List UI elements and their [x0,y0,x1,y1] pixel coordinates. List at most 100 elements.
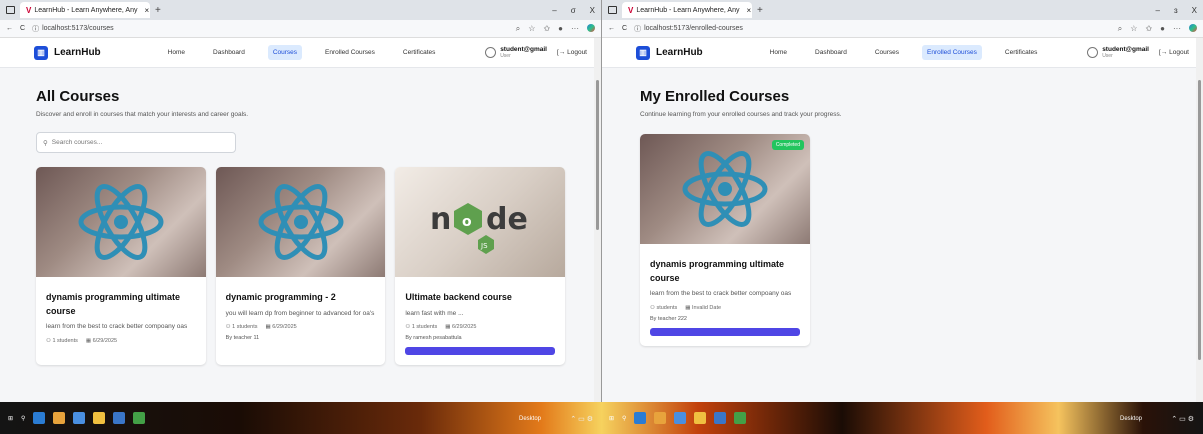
course-title: Ultimate backend course [405,292,512,302]
browser-tab[interactable]: V LearnHub - Learn Anywhere, Any × [622,2,752,18]
course-title: dynamic programming - 2 [225,292,336,302]
start-icon[interactable]: ⊞ [609,415,614,422]
mail-taskbar-icon[interactable] [73,412,86,424]
nav-certificates[interactable]: Certificates [398,45,441,60]
nav-enrolled-courses[interactable]: Enrolled Courses [922,45,982,60]
desktop-label[interactable]: Desktop [519,416,541,422]
taskbar-left: ⊞ ⚲ Desktop ⌃ ▭ ⚙ [0,402,601,434]
user-role: User [500,53,511,59]
copilot-icon[interactable] [587,23,595,32]
course-description: learn from the best to crack better comp… [46,323,188,330]
browser-tab[interactable]: V LearnHub - Learn Anywhere, Any × [20,2,150,18]
mail-taskbar-icon[interactable] [674,412,687,424]
search-taskbar-icon[interactable]: ⚲ [21,415,25,422]
nav-dashboard[interactable]: Dashboard [208,45,250,60]
course-thumbnail [36,167,206,277]
vscode-taskbar-icon[interactable] [113,412,126,424]
favorites-icon[interactable]: ✩ [543,24,550,34]
user-menu[interactable]: student@gmail User [485,46,547,59]
user-menu[interactable]: student@gmail User [1087,46,1149,59]
favorite-star-icon[interactable]: ☆ [1130,24,1137,34]
refresh-icon[interactable]: C [20,25,25,32]
more-icon[interactable]: ··· [1173,24,1181,34]
new-tab-button[interactable]: + [757,5,763,16]
minimize-button[interactable]: – [552,6,556,15]
course-card[interactable]: dynamic programming - 2 you will learn d… [215,167,386,366]
nav-courses[interactable]: Courses [870,45,904,60]
favorites-icon[interactable]: ✩ [1145,24,1152,34]
nav-enrolled-courses[interactable]: Enrolled Courses [320,45,380,60]
site-info-icon[interactable]: ⓘ [32,24,39,34]
logo[interactable]: ▥ LearnHub [636,45,703,60]
edge-taskbar-icon[interactable] [634,412,647,424]
minimize-button[interactable]: – [1156,6,1160,15]
students-text: 1 students [232,324,258,331]
copilot-icon[interactable] [1189,23,1197,32]
calendar-icon: ▦ [445,324,452,331]
explorer-taskbar-icon[interactable] [93,412,106,424]
date-text: 6/29/2025 [451,324,477,331]
close-window-button[interactable]: X [590,6,595,15]
vscode-taskbar-icon[interactable] [714,412,727,424]
system-tray[interactable]: ⌃ ▭ ⚙ [570,415,593,423]
tab-close-icon[interactable]: × [746,6,751,15]
enrolled-course-card[interactable]: Completed dynamis programming ultimate c… [640,134,810,346]
students-count: ⚇ 1 students [405,324,437,330]
course-card[interactable]: n o de JS Ultimate backend course learn … [395,167,566,366]
restore-button[interactable]: ɜ [1174,6,1178,15]
explorer-taskbar-icon[interactable] [694,412,707,424]
tab-close-icon[interactable]: × [144,6,149,15]
page-scrollbar[interactable] [594,38,601,402]
search-input[interactable]: ⚲ Search courses... [36,132,236,153]
nav-courses[interactable]: Courses [267,45,303,60]
nav-home[interactable]: Home [163,45,190,60]
restore-button[interactable]: σ [571,6,576,15]
chrome-taskbar-icon[interactable] [734,412,747,424]
system-tray[interactable]: ⌃ ▭ ⚙ [1171,415,1194,423]
close-window-button[interactable]: X [1192,6,1197,15]
favorite-star-icon[interactable]: ☆ [528,24,535,34]
desktop-label[interactable]: Desktop [1120,416,1142,422]
back-icon[interactable]: ← [608,25,615,32]
logout-button[interactable]: [→ Logout [1159,49,1189,56]
site-info-icon[interactable]: ⓘ [634,24,641,34]
back-icon[interactable]: ← [6,25,13,32]
zoom-icon[interactable]: ⌕ [516,24,520,34]
search-taskbar-icon[interactable]: ⚲ [622,415,626,422]
edge-taskbar-icon[interactable] [33,412,46,424]
start-icon[interactable]: ⊞ [8,415,13,422]
logo[interactable]: ▥ LearnHub [34,45,101,60]
scrollbar-thumb[interactable] [596,80,599,230]
tab-bar: V LearnHub - Learn Anywhere, Any × + – σ… [0,0,601,20]
course-description: learn from the best to crack better comp… [650,290,792,297]
course-description: you will learn dp from beginner to advan… [225,309,375,317]
course-description: learn fast with me ... [405,309,464,317]
page-scrollbar[interactable] [1196,38,1203,402]
window-menu-icon[interactable] [608,6,617,14]
app-taskbar-icon[interactable] [53,412,66,424]
zoom-icon[interactable]: ⌕ [1118,24,1122,34]
nav-home[interactable]: Home [765,45,792,60]
book-icon: ▥ [636,45,650,60]
nav-certificates[interactable]: Certificates [1000,45,1043,60]
search-placeholder: Search courses... [51,139,103,146]
profile-icon[interactable]: ● [558,24,563,34]
svg-text:n: n [430,202,451,237]
react-logo-icon [682,151,768,227]
url-field[interactable]: ⓘ localhost:5173/enrolled-courses [634,24,743,34]
new-tab-button[interactable]: + [155,5,161,16]
refresh-icon[interactable]: C [622,25,627,32]
enroll-button[interactable] [405,347,556,356]
scrollbar-thumb[interactable] [1198,80,1201,360]
tab-title: LearnHub - Learn Anywhere, Any [34,6,138,14]
url-field[interactable]: ⓘ localhost:5173/courses [32,24,114,34]
more-icon[interactable]: ··· [571,24,579,34]
nav-dashboard[interactable]: Dashboard [810,45,852,60]
chrome-taskbar-icon[interactable] [133,412,146,424]
logout-button[interactable]: [→ Logout [557,49,587,56]
app-taskbar-icon[interactable] [654,412,667,424]
course-card[interactable]: dynamis programming ultimate course lear… [36,167,206,366]
window-menu-icon[interactable] [6,6,15,14]
profile-icon[interactable]: ● [1160,24,1165,34]
continue-button[interactable] [650,327,800,336]
